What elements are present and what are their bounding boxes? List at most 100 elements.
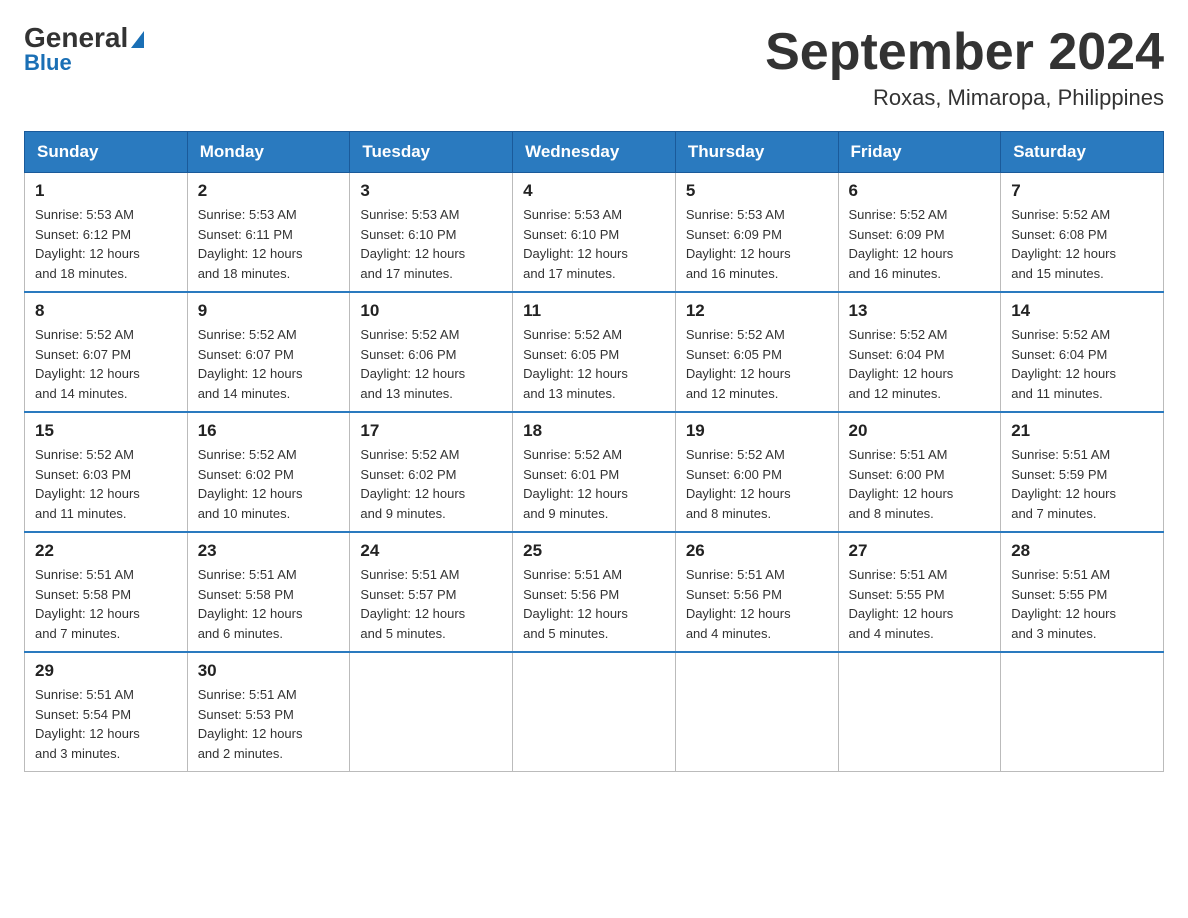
calendar-day-cell: 11 Sunrise: 5:52 AMSunset: 6:05 PMDaylig…: [513, 292, 676, 412]
col-wednesday: Wednesday: [513, 132, 676, 173]
calendar-day-cell: 27 Sunrise: 5:51 AMSunset: 5:55 PMDaylig…: [838, 532, 1001, 652]
day-info: Sunrise: 5:52 AMSunset: 6:08 PMDaylight:…: [1011, 205, 1153, 283]
calendar-day-cell: 23 Sunrise: 5:51 AMSunset: 5:58 PMDaylig…: [187, 532, 350, 652]
calendar-day-cell: 21 Sunrise: 5:51 AMSunset: 5:59 PMDaylig…: [1001, 412, 1164, 532]
calendar-day-cell: 24 Sunrise: 5:51 AMSunset: 5:57 PMDaylig…: [350, 532, 513, 652]
day-number: 20: [849, 421, 991, 441]
calendar-day-cell: 9 Sunrise: 5:52 AMSunset: 6:07 PMDayligh…: [187, 292, 350, 412]
calendar-day-cell: 28 Sunrise: 5:51 AMSunset: 5:55 PMDaylig…: [1001, 532, 1164, 652]
day-info: Sunrise: 5:52 AMSunset: 6:02 PMDaylight:…: [198, 445, 340, 523]
day-info: Sunrise: 5:51 AMSunset: 6:00 PMDaylight:…: [849, 445, 991, 523]
day-number: 30: [198, 661, 340, 681]
day-info: Sunrise: 5:51 AMSunset: 5:57 PMDaylight:…: [360, 565, 502, 643]
col-friday: Friday: [838, 132, 1001, 173]
day-info: Sunrise: 5:51 AMSunset: 5:56 PMDaylight:…: [686, 565, 828, 643]
calendar-day-cell: 12 Sunrise: 5:52 AMSunset: 6:05 PMDaylig…: [675, 292, 838, 412]
calendar-day-cell: [838, 652, 1001, 772]
day-info: Sunrise: 5:52 AMSunset: 6:01 PMDaylight:…: [523, 445, 665, 523]
day-number: 6: [849, 181, 991, 201]
calendar-day-cell: 13 Sunrise: 5:52 AMSunset: 6:04 PMDaylig…: [838, 292, 1001, 412]
day-info: Sunrise: 5:51 AMSunset: 5:54 PMDaylight:…: [35, 685, 177, 763]
calendar-week-row: 22 Sunrise: 5:51 AMSunset: 5:58 PMDaylig…: [25, 532, 1164, 652]
day-info: Sunrise: 5:52 AMSunset: 6:05 PMDaylight:…: [686, 325, 828, 403]
day-number: 29: [35, 661, 177, 681]
calendar-day-cell: 26 Sunrise: 5:51 AMSunset: 5:56 PMDaylig…: [675, 532, 838, 652]
day-number: 18: [523, 421, 665, 441]
day-info: Sunrise: 5:53 AMSunset: 6:10 PMDaylight:…: [523, 205, 665, 283]
day-info: Sunrise: 5:52 AMSunset: 6:06 PMDaylight:…: [360, 325, 502, 403]
day-number: 3: [360, 181, 502, 201]
col-tuesday: Tuesday: [350, 132, 513, 173]
day-number: 2: [198, 181, 340, 201]
day-info: Sunrise: 5:51 AMSunset: 5:58 PMDaylight:…: [198, 565, 340, 643]
day-info: Sunrise: 5:52 AMSunset: 6:03 PMDaylight:…: [35, 445, 177, 523]
logo-general-text: General: [24, 24, 144, 52]
day-number: 7: [1011, 181, 1153, 201]
day-number: 9: [198, 301, 340, 321]
calendar-day-cell: 19 Sunrise: 5:52 AMSunset: 6:00 PMDaylig…: [675, 412, 838, 532]
calendar-day-cell: 3 Sunrise: 5:53 AMSunset: 6:10 PMDayligh…: [350, 173, 513, 293]
day-info: Sunrise: 5:52 AMSunset: 6:04 PMDaylight:…: [1011, 325, 1153, 403]
day-info: Sunrise: 5:51 AMSunset: 5:55 PMDaylight:…: [849, 565, 991, 643]
calendar-week-row: 8 Sunrise: 5:52 AMSunset: 6:07 PMDayligh…: [25, 292, 1164, 412]
calendar-week-row: 1 Sunrise: 5:53 AMSunset: 6:12 PMDayligh…: [25, 173, 1164, 293]
calendar-day-cell: 6 Sunrise: 5:52 AMSunset: 6:09 PMDayligh…: [838, 173, 1001, 293]
calendar-day-cell: [675, 652, 838, 772]
day-number: 28: [1011, 541, 1153, 561]
day-info: Sunrise: 5:52 AMSunset: 6:07 PMDaylight:…: [35, 325, 177, 403]
header-row: Sunday Monday Tuesday Wednesday Thursday…: [25, 132, 1164, 173]
calendar-day-cell: [350, 652, 513, 772]
logo: General Blue: [24, 24, 144, 76]
day-info: Sunrise: 5:52 AMSunset: 6:09 PMDaylight:…: [849, 205, 991, 283]
day-number: 25: [523, 541, 665, 561]
day-info: Sunrise: 5:53 AMSunset: 6:11 PMDaylight:…: [198, 205, 340, 283]
day-info: Sunrise: 5:51 AMSunset: 5:58 PMDaylight:…: [35, 565, 177, 643]
logo-blue-text: Blue: [24, 50, 72, 76]
calendar-day-cell: 4 Sunrise: 5:53 AMSunset: 6:10 PMDayligh…: [513, 173, 676, 293]
day-info: Sunrise: 5:52 AMSunset: 6:02 PMDaylight:…: [360, 445, 502, 523]
calendar-day-cell: 29 Sunrise: 5:51 AMSunset: 5:54 PMDaylig…: [25, 652, 188, 772]
calendar-day-cell: 20 Sunrise: 5:51 AMSunset: 6:00 PMDaylig…: [838, 412, 1001, 532]
col-monday: Monday: [187, 132, 350, 173]
calendar-title: September 2024: [765, 24, 1164, 81]
day-number: 27: [849, 541, 991, 561]
day-number: 14: [1011, 301, 1153, 321]
day-number: 19: [686, 421, 828, 441]
day-info: Sunrise: 5:51 AMSunset: 5:55 PMDaylight:…: [1011, 565, 1153, 643]
calendar-day-cell: 15 Sunrise: 5:52 AMSunset: 6:03 PMDaylig…: [25, 412, 188, 532]
day-number: 12: [686, 301, 828, 321]
calendar-day-cell: 25 Sunrise: 5:51 AMSunset: 5:56 PMDaylig…: [513, 532, 676, 652]
calendar-day-cell: 14 Sunrise: 5:52 AMSunset: 6:04 PMDaylig…: [1001, 292, 1164, 412]
day-number: 13: [849, 301, 991, 321]
day-number: 26: [686, 541, 828, 561]
day-number: 4: [523, 181, 665, 201]
calendar-day-cell: 5 Sunrise: 5:53 AMSunset: 6:09 PMDayligh…: [675, 173, 838, 293]
calendar-week-row: 29 Sunrise: 5:51 AMSunset: 5:54 PMDaylig…: [25, 652, 1164, 772]
day-number: 10: [360, 301, 502, 321]
day-info: Sunrise: 5:52 AMSunset: 6:05 PMDaylight:…: [523, 325, 665, 403]
calendar-day-cell: 10 Sunrise: 5:52 AMSunset: 6:06 PMDaylig…: [350, 292, 513, 412]
day-number: 11: [523, 301, 665, 321]
calendar-day-cell: 1 Sunrise: 5:53 AMSunset: 6:12 PMDayligh…: [25, 173, 188, 293]
page-header: General Blue September 2024 Roxas, Mimar…: [24, 24, 1164, 111]
calendar-day-cell: 22 Sunrise: 5:51 AMSunset: 5:58 PMDaylig…: [25, 532, 188, 652]
day-number: 24: [360, 541, 502, 561]
day-number: 22: [35, 541, 177, 561]
calendar-day-cell: [513, 652, 676, 772]
day-number: 16: [198, 421, 340, 441]
col-sunday: Sunday: [25, 132, 188, 173]
calendar-body: 1 Sunrise: 5:53 AMSunset: 6:12 PMDayligh…: [25, 173, 1164, 772]
day-info: Sunrise: 5:51 AMSunset: 5:53 PMDaylight:…: [198, 685, 340, 763]
calendar-day-cell: 16 Sunrise: 5:52 AMSunset: 6:02 PMDaylig…: [187, 412, 350, 532]
calendar-day-cell: 17 Sunrise: 5:52 AMSunset: 6:02 PMDaylig…: [350, 412, 513, 532]
day-info: Sunrise: 5:53 AMSunset: 6:12 PMDaylight:…: [35, 205, 177, 283]
day-number: 8: [35, 301, 177, 321]
calendar-day-cell: [1001, 652, 1164, 772]
day-number: 15: [35, 421, 177, 441]
day-info: Sunrise: 5:51 AMSunset: 5:59 PMDaylight:…: [1011, 445, 1153, 523]
col-saturday: Saturday: [1001, 132, 1164, 173]
calendar-table: Sunday Monday Tuesday Wednesday Thursday…: [24, 131, 1164, 772]
day-info: Sunrise: 5:52 AMSunset: 6:07 PMDaylight:…: [198, 325, 340, 403]
day-number: 1: [35, 181, 177, 201]
calendar-day-cell: 30 Sunrise: 5:51 AMSunset: 5:53 PMDaylig…: [187, 652, 350, 772]
